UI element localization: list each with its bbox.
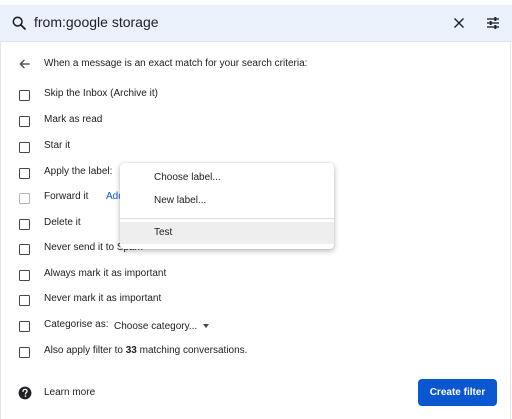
checkbox[interactable] <box>19 295 30 306</box>
clear-icon[interactable] <box>452 16 466 30</box>
create-filter-button[interactable]: Create filter <box>418 379 497 406</box>
checkbox[interactable] <box>19 168 30 179</box>
search-icon[interactable] <box>11 15 27 31</box>
menu-item-choose-label[interactable]: Choose label... <box>120 167 334 189</box>
menu-item-new-label[interactable]: New label... <box>120 190 334 212</box>
apply-suffix: matching conversations. <box>139 345 248 356</box>
option-label: Forward it <box>44 191 89 202</box>
back-arrow-icon[interactable] <box>18 57 32 71</box>
search-bar[interactable]: from:google storage <box>0 5 512 42</box>
menu-item-test[interactable]: Test <box>120 222 334 244</box>
option-label: Mark as read <box>44 114 103 125</box>
checkbox[interactable] <box>19 116 30 127</box>
option-label: Delete it <box>44 217 81 228</box>
menu-item-label: Choose label... <box>154 172 221 183</box>
checkbox[interactable] <box>19 142 30 153</box>
menu-item-label: New label... <box>154 195 207 206</box>
option-label: Apply the label: <box>44 166 113 177</box>
option-label: Categorise as: <box>44 319 109 330</box>
dropdown-caret-icon <box>203 324 210 329</box>
criteria-header: When a message is an exact match for you… <box>44 58 308 69</box>
checkbox[interactable] <box>19 193 30 204</box>
label-menu: Choose label... New label... Test <box>120 163 334 249</box>
checkbox[interactable] <box>19 90 30 101</box>
apply-prefix: Also apply filter to <box>44 345 123 356</box>
checkbox[interactable] <box>19 321 30 332</box>
search-input[interactable]: from:google storage <box>34 14 159 30</box>
category-select[interactable]: Choose category... <box>114 321 210 332</box>
matching-count: 33 <box>125 345 137 356</box>
learn-more-link[interactable]: Learn more <box>44 387 95 398</box>
checkbox[interactable] <box>19 270 30 281</box>
checkbox[interactable] <box>19 347 30 358</box>
menu-item-label: Test <box>154 227 173 238</box>
checkbox[interactable] <box>19 244 30 255</box>
option-label: Star it <box>44 140 71 151</box>
tune-icon[interactable] <box>485 15 501 31</box>
option-label: Skip the Inbox (Archive it) <box>44 88 158 99</box>
option-label: Never mark it as important <box>44 293 162 304</box>
category-select-value: Choose category... <box>114 321 198 332</box>
option-label: Also apply filter to 33 matching convers… <box>44 345 247 356</box>
option-label: Always mark it as important <box>44 268 167 279</box>
help-icon[interactable] <box>18 386 32 400</box>
checkbox[interactable] <box>19 219 30 230</box>
menu-divider <box>120 218 334 219</box>
